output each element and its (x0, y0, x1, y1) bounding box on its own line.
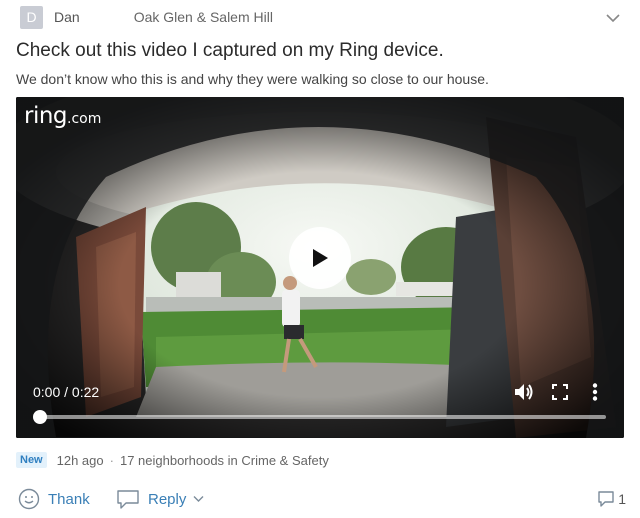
ring-logo: ring.com (24, 103, 102, 129)
volume-button[interactable] (512, 380, 536, 404)
post-body: We don’t know who this is and why they w… (16, 71, 489, 87)
thank-button[interactable]: Thank (18, 488, 90, 510)
progress-track[interactable] (40, 415, 606, 419)
volume-icon (515, 384, 533, 400)
speech-bubble-icon (117, 490, 139, 509)
post-time[interactable]: 12h ago (57, 453, 104, 468)
video-player[interactable]: ring.com 0:00 / 0:22 (16, 97, 624, 438)
meta-separator: · (109, 452, 114, 468)
post-actions: Thank Reply 1 (0, 484, 640, 514)
more-options-button[interactable] (583, 380, 607, 404)
time-display: 0:00 / 0:22 (33, 384, 100, 400)
post-scope[interactable]: 17 neighborhoods in Crime & Safety (120, 453, 329, 468)
reply-label: Reply (148, 490, 187, 508)
chevron-down-icon[interactable] (193, 495, 204, 503)
progress-thumb[interactable] (33, 410, 47, 424)
post-title: Check out this video I captured on my Ri… (16, 40, 444, 61)
author-name[interactable]: Dan (54, 9, 80, 25)
post-header: D Dan Oak Glen & Salem Hill (20, 4, 630, 30)
fullscreen-button[interactable] (548, 380, 572, 404)
play-icon (313, 249, 328, 267)
reply-count-value: 1 (618, 491, 626, 507)
post-meta: New 12h ago · 17 neighborhoods in Crime … (16, 451, 329, 469)
comment-icon (598, 491, 614, 507)
more-vertical-icon (592, 383, 598, 401)
avatar[interactable]: D (20, 5, 43, 29)
thank-label: Thank (48, 490, 90, 508)
new-badge: New (16, 452, 47, 468)
fullscreen-icon (552, 384, 568, 400)
smile-icon (18, 488, 40, 510)
reply-button[interactable]: Reply (116, 488, 204, 510)
play-button[interactable] (289, 227, 351, 289)
chevron-down-icon[interactable] (606, 11, 620, 25)
reply-count[interactable]: 1 (597, 488, 626, 510)
neighborhood-name[interactable]: Oak Glen & Salem Hill (134, 9, 273, 25)
